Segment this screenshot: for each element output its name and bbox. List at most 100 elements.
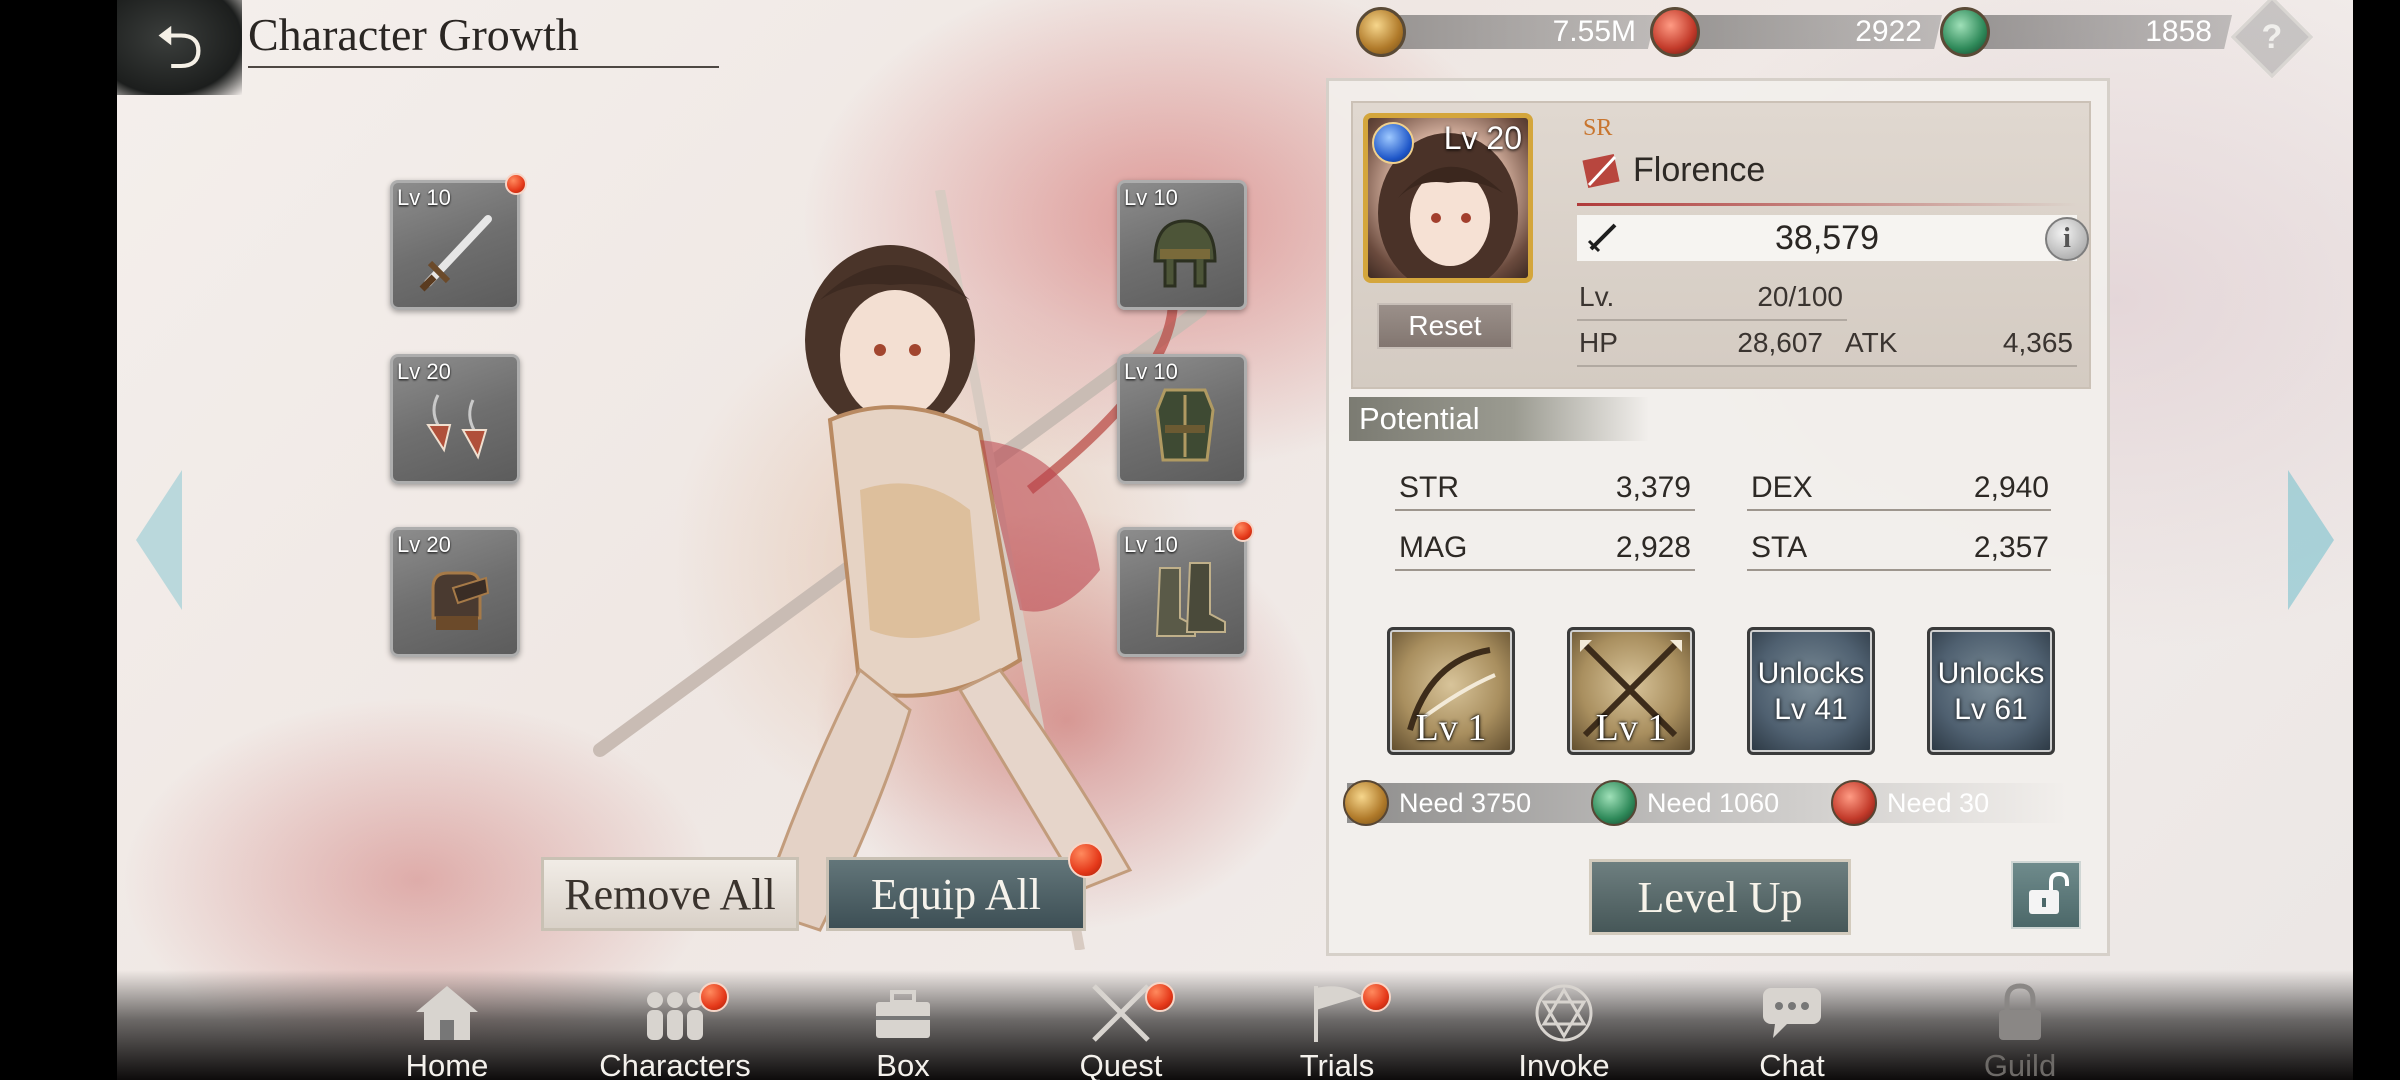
nav-label: Guild [1983, 1048, 2057, 1080]
cost-red-gem-text: Need 30 [1887, 787, 1990, 818]
alert-badge [699, 982, 729, 1012]
hexagram-icon [1535, 984, 1593, 1042]
skill-slot-4[interactable]: Unlocks Lv 61 [1927, 627, 2055, 755]
hp-label: HP [1579, 327, 1618, 358]
green-gem-currency[interactable]: 1858 [1940, 6, 2232, 58]
nav-characters[interactable]: Characters [585, 982, 765, 1080]
sta-label: STA [1751, 531, 1808, 564]
equip-all-button[interactable]: Equip All [826, 857, 1086, 931]
spear-class-icon [1582, 153, 1620, 189]
back-button[interactable]: ⮌ [117, 0, 242, 95]
equip-slot-weapon[interactable]: Lv 10 [390, 173, 527, 310]
divider [1747, 569, 2051, 571]
earring-icon [426, 394, 488, 460]
potential-tab[interactable]: Potential [1349, 397, 1649, 441]
nav-chat[interactable]: Chat [1702, 982, 1882, 1080]
nav-invoke[interactable]: Invoke [1474, 982, 1654, 1080]
bottom-navigation: Home Characters Box Quest Trials Invoke … [117, 962, 2353, 1080]
red-gem-amount: 2922 [1680, 15, 1942, 49]
level-value: 20/100 [1757, 281, 1843, 312]
skill-unlock-label: Unlocks Lv 41 [1757, 657, 1865, 726]
character-level-badge: Lv 20 [1443, 120, 1522, 156]
gauntlet-icon [431, 571, 490, 630]
divider [1395, 569, 1695, 571]
equip-all-alert-badge [1068, 842, 1104, 878]
gold-amount: 7.55M [1386, 15, 1656, 49]
equip-slot-earrings[interactable]: Lv 20 [390, 354, 520, 484]
nav-label: Home [405, 1048, 489, 1080]
unlocked-padlock-icon [2029, 871, 2069, 914]
previous-character-arrow[interactable] [134, 470, 184, 610]
cost-red-gem: Need 30 [1831, 780, 1990, 826]
atk-value: 4,365 [2002, 327, 2073, 358]
gold-currency[interactable]: 7.55M [1356, 6, 1656, 58]
back-arrow-icon: ⮌ [155, 13, 204, 81]
sword-icon [419, 215, 492, 292]
character-portrait[interactable]: Lv 20 [1363, 113, 1533, 283]
nav-label: Characters [599, 1048, 751, 1080]
helmet-icon [1153, 219, 1217, 288]
skill-level: Lv 1 [1415, 707, 1487, 749]
chat-icon [1763, 988, 1821, 1038]
dex-label: DEX [1751, 471, 1813, 504]
nav-label: Trials [1299, 1048, 1375, 1080]
green-gem-icon [1591, 780, 1637, 826]
power-sword-icon [1587, 223, 1617, 253]
nav-box[interactable]: Box [813, 982, 993, 1080]
skill-level: Lv 1 [1595, 707, 1667, 749]
next-character-arrow[interactable] [2286, 470, 2336, 610]
red-gem-icon [1650, 7, 1700, 57]
page-title: Character Growth [248, 8, 719, 68]
divider [1577, 365, 2077, 367]
help-icon: ? [2261, 17, 2283, 56]
alert-badge [505, 173, 527, 195]
equip-slot-helmet[interactable]: Lv 10 [1117, 180, 1247, 310]
alert-badge [1361, 982, 1391, 1012]
green-gem-amount: 1858 [1970, 15, 2232, 49]
skill-slot-2[interactable]: Lv 1 [1567, 627, 1695, 755]
cost-gold-text: Need 3750 [1399, 787, 1532, 818]
sta-value: 2,357 [1973, 531, 2049, 564]
reset-button[interactable]: Reset [1377, 303, 1513, 349]
water-element-icon [1372, 122, 1414, 164]
lock-toggle-button[interactable] [2011, 861, 2081, 929]
equip-slot-armor[interactable]: Lv 10 [1117, 354, 1247, 484]
divider [1747, 509, 2051, 511]
nav-label: Quest [1079, 1048, 1163, 1080]
power-value: 38,579 [1577, 215, 2077, 261]
level-up-cost-bar: Need 3750 Need 1060 Need 30 [1343, 780, 2067, 826]
skill-unlock-label: Unlocks Lv 61 [1937, 657, 2045, 726]
nav-guild[interactable]: Guild [1930, 982, 2110, 1080]
box-icon [876, 990, 930, 1038]
gold-coin-icon [1343, 780, 1389, 826]
remove-all-button[interactable]: Remove All [541, 857, 799, 931]
divider [1577, 319, 1847, 321]
equip-slot-gloves[interactable]: Lv 20 [390, 527, 520, 657]
alert-badge [1232, 520, 1254, 542]
mag-label: MAG [1399, 531, 1468, 564]
info-button[interactable]: i [2045, 217, 2089, 261]
nav-home[interactable]: Home [357, 982, 537, 1080]
level-up-button[interactable]: Level Up [1589, 859, 1851, 935]
character-card: Lv 20 SR Florence 38,579 i Reset Lv. 20/… [1351, 101, 2091, 389]
cost-green-gem-text: Need 1060 [1647, 787, 1780, 818]
nav-trials[interactable]: Trials [1247, 982, 1427, 1080]
nav-label: Invoke [1518, 1048, 1610, 1080]
divider [1395, 509, 1695, 511]
skill-slot-3[interactable]: Unlocks Lv 41 [1747, 627, 1875, 755]
nav-label: Box [876, 1048, 930, 1080]
armor-icon [1155, 388, 1215, 462]
dex-value: 2,940 [1973, 471, 2049, 504]
rarity-label: SR [1583, 115, 1613, 141]
home-icon [416, 986, 478, 1040]
cost-gold: Need 3750 [1343, 780, 1532, 826]
equip-slot-boots[interactable]: Lv 10 [1117, 520, 1254, 657]
nav-label: Chat [1759, 1048, 1825, 1080]
cost-green-gem: Need 1060 [1591, 780, 1780, 826]
level-label: Lv. [1579, 281, 1615, 312]
character-panel: Lv 20 SR Florence 38,579 i Reset Lv. 20/… [1326, 78, 2110, 956]
nav-quest[interactable]: Quest [1031, 982, 1211, 1080]
red-gem-currency[interactable]: 2922 [1650, 6, 1942, 58]
lock-icon [1999, 983, 2041, 1040]
skill-slot-1[interactable]: Lv 1 [1387, 627, 1515, 755]
